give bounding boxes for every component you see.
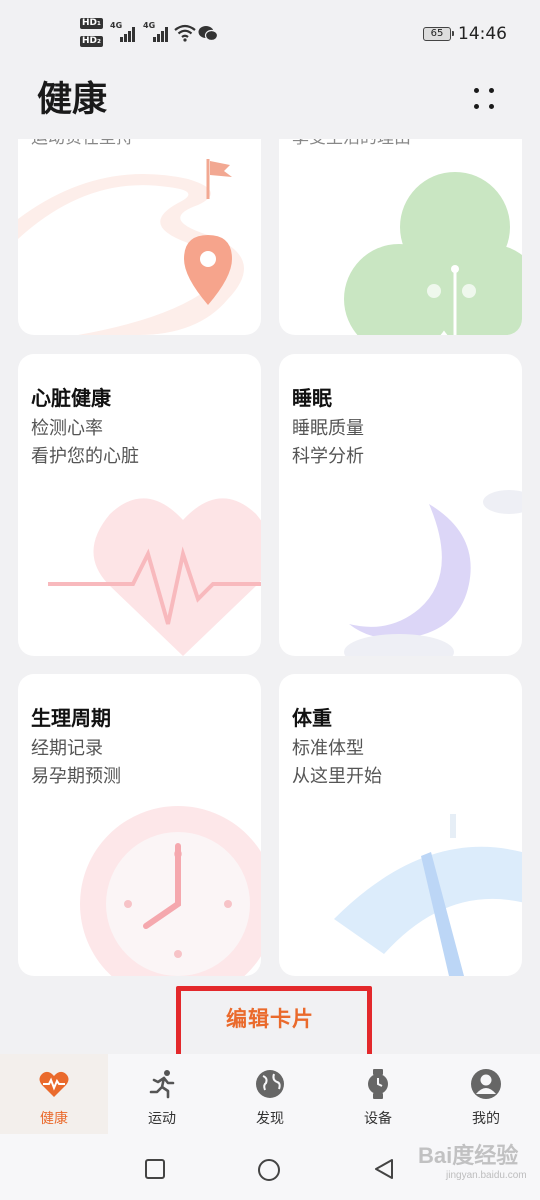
heart-pulse-icon <box>39 1071 69 1097</box>
nav-label-exercise: 运动 <box>148 1111 176 1127</box>
globe-icon <box>256 1070 284 1098</box>
route-illustration <box>18 159 244 335</box>
card-heart-health-line2: 看护您的心脏 <box>31 446 139 467</box>
nav-label-me: 我的 <box>472 1111 500 1127</box>
nav-tab-me[interactable]: 我的 <box>432 1054 540 1134</box>
card-sleep[interactable]: 睡眠 睡眠质量 科学分析 <box>279 354 522 656</box>
nav-label-health: 健康 <box>40 1111 68 1127</box>
recent-apps-icon[interactable] <box>144 1158 166 1180</box>
card-heart-health-title: 心脏健康 <box>31 386 111 410</box>
card-heart-health-line1: 检测心率 <box>31 418 103 439</box>
hd-badge-2: HD₂ <box>80 36 103 47</box>
nav-tab-health[interactable]: 健康 <box>0 1054 108 1134</box>
card-exercise[interactable]: 运动贵在坚持 <box>18 139 261 335</box>
hd-badge-1: HD₁ <box>80 18 103 29</box>
edit-cards-label: 编辑卡片 <box>226 1007 314 1031</box>
card-sleep-title: 睡眠 <box>292 386 332 410</box>
bottom-navigation: 健康 运动 发现 设备 我的 <box>0 1054 540 1134</box>
more-options-icon[interactable] <box>470 84 502 116</box>
nav-label-discover: 发现 <box>256 1111 284 1127</box>
card-cycle-line1: 经期记录 <box>31 738 103 759</box>
signal-icon-2: 4G <box>143 21 171 42</box>
signal-icon-1: 4G <box>110 21 138 42</box>
health-cards-grid: 运动贵在坚持 享受生活的理由 心脏健康 检测心率 看护您的心脏 <box>0 139 540 989</box>
scale-gauge-illustration <box>334 814 522 976</box>
nav-tab-discover[interactable]: 发现 <box>216 1054 324 1134</box>
card-weight-line2: 从这里开始 <box>292 766 382 787</box>
card-weight-line1: 标准体型 <box>292 738 364 759</box>
heart-illustration <box>48 498 261 656</box>
nav-tab-devices[interactable]: 设备 <box>324 1054 432 1134</box>
status-time: 14:46 <box>458 24 507 44</box>
card-sleep-line2: 科学分析 <box>292 446 364 467</box>
status-bar: HD₁ HD₂ 4G 4G 65 14:46 <box>0 0 540 64</box>
card-lifestyle[interactable]: 享受生活的理由 <box>279 139 522 335</box>
clover-illustration <box>344 172 522 335</box>
battery-indicator: 65 <box>423 27 454 41</box>
card-cycle-title: 生理周期 <box>31 706 111 730</box>
nav-tab-exercise[interactable]: 运动 <box>108 1054 216 1134</box>
card-menstrual-cycle[interactable]: 生理周期 经期记录 易孕期预测 <box>18 674 261 976</box>
user-icon <box>471 1069 501 1099</box>
nav-label-devices: 设备 <box>364 1111 392 1127</box>
card-weight-title: 体重 <box>292 706 332 730</box>
card-weight[interactable]: 体重 标准体型 从这里开始 <box>279 674 522 976</box>
card-cycle-line2: 易孕期预测 <box>31 766 121 787</box>
watermark-url: jingyan.baidu.com <box>446 1170 527 1181</box>
runner-icon <box>149 1070 175 1099</box>
page-title: 健康 <box>37 80 108 120</box>
wifi-icon <box>174 24 196 42</box>
card-sleep-line1: 睡眠质量 <box>292 418 364 439</box>
moon-illustration <box>344 490 522 656</box>
watermark-logo: Bai度经验 <box>418 1143 519 1168</box>
watch-icon <box>368 1069 388 1099</box>
wechat-icon <box>198 26 218 42</box>
clock-illustration <box>80 806 261 976</box>
card-heart-health[interactable]: 心脏健康 检测心率 看护您的心脏 <box>18 354 261 656</box>
back-icon[interactable] <box>373 1158 395 1180</box>
home-icon[interactable] <box>257 1158 281 1182</box>
